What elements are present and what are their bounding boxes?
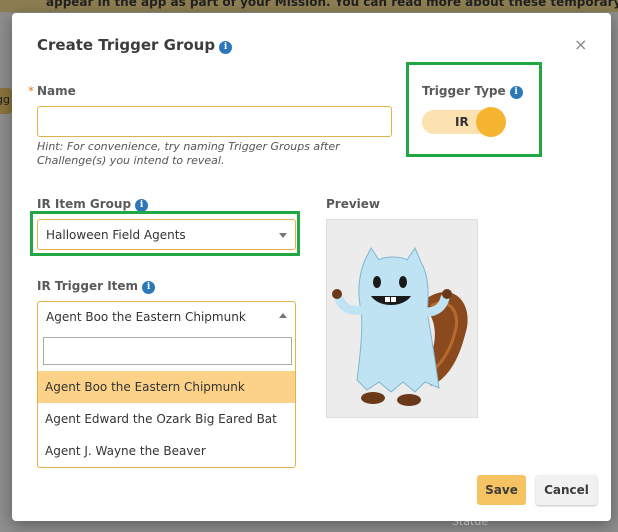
- dropdown-search-input[interactable]: [43, 337, 292, 365]
- name-label-text: Name: [37, 84, 76, 98]
- cancel-button[interactable]: Cancel: [536, 475, 597, 505]
- name-hint: Hint: For convenience, try naming Trigge…: [37, 140, 340, 167]
- ir-trigger-item-select[interactable]: Agent Boo the Eastern Chipmunk: [37, 301, 296, 332]
- name-input[interactable]: [37, 106, 392, 137]
- info-icon[interactable]: i: [142, 281, 156, 294]
- modal-title: Create Trigger Group i: [37, 36, 233, 54]
- ir-trigger-item-label-text: IR Trigger Item: [37, 279, 139, 293]
- left-eye: [373, 276, 381, 288]
- dropdown-option[interactable]: Agent Edward the Ozark Big Eared Bat: [38, 403, 295, 435]
- right-eye: [399, 276, 407, 288]
- trigger-type-label: Trigger Type i: [422, 84, 523, 99]
- ir-trigger-item-label: IR Trigger Item i: [37, 279, 156, 294]
- right-foot: [397, 394, 421, 406]
- close-button[interactable]: ×: [574, 35, 587, 54]
- name-label: * Name: [28, 84, 76, 98]
- ir-item-group-label: IR Item Group i: [37, 197, 149, 212]
- chevron-up-icon: [279, 313, 287, 318]
- tooth: [391, 297, 396, 302]
- preview-label: Preview: [326, 197, 381, 211]
- required-asterisk: *: [28, 84, 34, 98]
- ir-item-group-select[interactable]: Halloween Field Agents: [37, 219, 296, 250]
- preview-image-frame: [326, 219, 478, 418]
- left-foot: [361, 392, 385, 404]
- ir-item-group-label-text: IR Item Group: [37, 197, 132, 211]
- ghost-chipmunk-image: [332, 246, 468, 406]
- dropdown-option[interactable]: Agent J. Wayne the Beaver: [38, 435, 295, 467]
- chevron-down-icon: [279, 233, 287, 238]
- trigger-type-toggle[interactable]: IR: [422, 107, 506, 137]
- toggle-knob: [476, 107, 506, 137]
- save-button[interactable]: Save: [477, 475, 526, 505]
- ir-trigger-item-dropdown: Agent Boo the Eastern Chipmunk Agent Edw…: [37, 331, 296, 468]
- create-trigger-group-modal: Create Trigger Group i × * Name Hint: For …: [12, 13, 611, 521]
- ghost-sheet: [356, 246, 440, 393]
- trigger-type-value: IR: [455, 115, 469, 129]
- left-paw: [332, 289, 342, 299]
- right-paw: [442, 289, 452, 299]
- tooth: [385, 297, 390, 302]
- info-icon[interactable]: i: [219, 41, 233, 54]
- info-icon[interactable]: i: [509, 86, 523, 99]
- ir-trigger-item-value: Agent Boo the Eastern Chipmunk: [46, 310, 246, 324]
- left-arm: [334, 293, 366, 315]
- ir-item-group-value: Halloween Field Agents: [46, 228, 186, 242]
- dropdown-option[interactable]: Agent Boo the Eastern Chipmunk: [38, 371, 295, 403]
- trigger-type-label-text: Trigger Type: [422, 84, 506, 98]
- modal-title-text: Create Trigger Group: [37, 36, 216, 54]
